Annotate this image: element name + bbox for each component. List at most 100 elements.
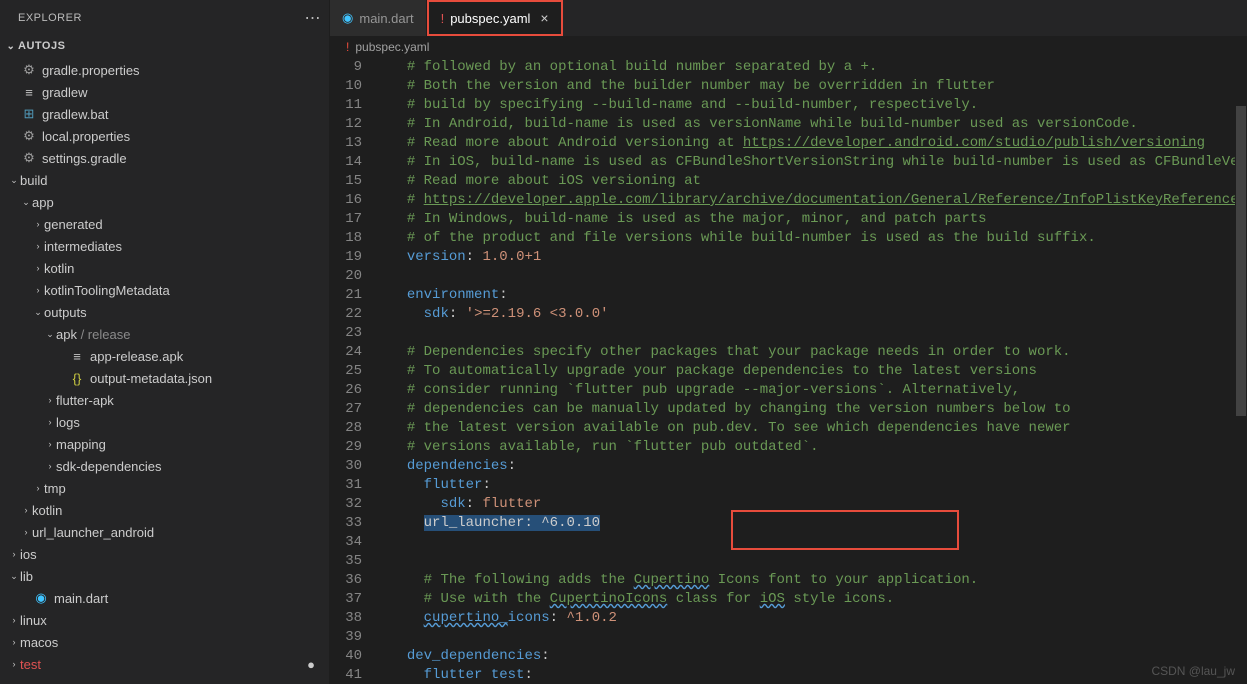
tree-item[interactable]: ›⊞gradlew.bat xyxy=(0,103,329,125)
chevron-icon: › xyxy=(32,241,44,251)
tree-item-label: lib xyxy=(20,569,329,584)
tree-item[interactable]: ⌄outputs xyxy=(0,301,329,323)
tree-item-label: app-release.apk xyxy=(90,349,329,364)
line-gutter: 9101112131415161718192021222324252627282… xyxy=(330,58,380,684)
code-content[interactable]: # followed by an optional build number s… xyxy=(380,58,1247,684)
project-name: AUTOJS xyxy=(18,40,65,52)
tab[interactable]: ◉ main.dart xyxy=(330,0,427,36)
tree-item-label: main.dart xyxy=(54,591,329,606)
tree-item-label: settings.gradle xyxy=(42,151,329,166)
tree-item-label: ios xyxy=(20,547,329,562)
file-icon: ⚙ xyxy=(20,62,38,78)
chevron-down-icon: ⌄ xyxy=(4,41,18,52)
scroll-thumb[interactable] xyxy=(1236,106,1246,416)
tree-item[interactable]: ›mapping xyxy=(0,433,329,455)
tree-item-label: intermediates xyxy=(44,239,329,254)
tree-item[interactable]: ›macos xyxy=(0,631,329,653)
modified-dot-icon: ● xyxy=(307,657,315,672)
tree-item-label: url_launcher_android xyxy=(32,525,329,540)
yaml-icon: ! xyxy=(346,40,349,54)
chevron-icon: › xyxy=(44,395,56,405)
tree-item-label: app xyxy=(32,195,329,210)
tree-item[interactable]: ›≡app-release.apk xyxy=(0,345,329,367)
file-icon: ≡ xyxy=(68,349,86,364)
watermark: CSDN @lau_jw xyxy=(1151,664,1235,678)
tree-item[interactable]: ›⚙gradle.properties xyxy=(0,59,329,81)
chevron-icon: › xyxy=(32,483,44,493)
tree-item-label: build xyxy=(20,173,329,188)
tree-item[interactable]: ›≡gradlew xyxy=(0,81,329,103)
tree-item-label: kotlin xyxy=(32,503,329,518)
chevron-icon: ⌄ xyxy=(44,329,56,340)
explorer-title: EXPLORER xyxy=(18,12,82,24)
tree-item-label: outputs xyxy=(44,305,329,320)
tree-item[interactable]: ⌄app xyxy=(0,191,329,213)
tree-item[interactable]: ›linux xyxy=(0,609,329,631)
tree-item-label: sdk-dependencies xyxy=(56,459,329,474)
tree-item[interactable]: ›kotlin xyxy=(0,257,329,279)
tree-item-label: output-metadata.json xyxy=(90,371,329,386)
code-editor[interactable]: 9101112131415161718192021222324252627282… xyxy=(330,58,1247,684)
tree-item-label: gradlew.bat xyxy=(42,107,329,122)
file-icon: ⚙ xyxy=(20,150,38,166)
tree-item[interactable]: ›test● xyxy=(0,653,329,675)
file-icon: ⚙ xyxy=(20,128,38,144)
vertical-scrollbar[interactable] xyxy=(1235,58,1247,684)
chevron-icon: › xyxy=(8,549,20,559)
tab-label: pubspec.yaml xyxy=(450,11,530,26)
file-icon: {} xyxy=(68,371,86,386)
chevron-icon: ⌄ xyxy=(32,307,44,318)
tree-item[interactable]: ›◉main.dart xyxy=(0,587,329,609)
tree-item[interactable]: ›⚙local.properties xyxy=(0,125,329,147)
tree-item-label: flutter-apk xyxy=(56,393,329,408)
tree-item-label: generated xyxy=(44,217,329,232)
tree-item-label: macos xyxy=(20,635,329,650)
tree-item[interactable]: ⌄build xyxy=(0,169,329,191)
tree-item[interactable]: ›flutter-apk xyxy=(0,389,329,411)
tree-item-label: gradlew xyxy=(42,85,329,100)
tree-item-label: mapping xyxy=(56,437,329,452)
chevron-icon: › xyxy=(44,439,56,449)
tree-item-label: linux xyxy=(20,613,329,628)
tab[interactable]: ! pubspec.yaml × xyxy=(427,0,563,36)
tab-bar: ◉ main.dart! pubspec.yaml × xyxy=(330,0,1247,36)
tree-item[interactable]: ›kotlin xyxy=(0,499,329,521)
tree-item[interactable]: ⌄lib xyxy=(0,565,329,587)
breadcrumb-file: pubspec.yaml xyxy=(355,40,429,54)
tab-file-icon: ◉ xyxy=(342,10,353,26)
editor-area: ◉ main.dart! pubspec.yaml × ! pubspec.yaml … xyxy=(330,0,1247,684)
tree-item[interactable]: ›logs xyxy=(0,411,329,433)
tree-item[interactable]: ›generated xyxy=(0,213,329,235)
chevron-icon: › xyxy=(8,637,20,647)
tab-file-icon: ! xyxy=(441,11,445,26)
file-icon: ◉ xyxy=(32,590,50,606)
tree-item[interactable]: ›tmp xyxy=(0,477,329,499)
tree-item[interactable]: ›url_launcher_android xyxy=(0,521,329,543)
chevron-icon: ⌄ xyxy=(20,197,32,208)
tab-label: main.dart xyxy=(359,11,413,26)
tree-item[interactable]: ›sdk-dependencies xyxy=(0,455,329,477)
close-icon[interactable]: × xyxy=(540,10,548,26)
chevron-icon: ⌄ xyxy=(8,571,20,582)
chevron-icon: › xyxy=(32,285,44,295)
chevron-icon: › xyxy=(8,615,20,625)
tree-item-label: tmp xyxy=(44,481,329,496)
explorer-header: EXPLORER ⋯ xyxy=(0,0,329,35)
tree-item-label: apk / release xyxy=(56,327,329,342)
tree-item[interactable]: ›kotlinToolingMetadata xyxy=(0,279,329,301)
file-icon: ⊞ xyxy=(20,106,38,122)
tree-item-label: logs xyxy=(56,415,329,430)
chevron-icon: › xyxy=(20,505,32,515)
tree-item[interactable]: ›intermediates xyxy=(0,235,329,257)
tree-item-label: kotlinToolingMetadata xyxy=(44,283,329,298)
tree-item[interactable]: ⌄apk / release xyxy=(0,323,329,345)
tree-item[interactable]: ›{}output-metadata.json xyxy=(0,367,329,389)
chevron-icon: ⌄ xyxy=(8,175,20,186)
breadcrumb[interactable]: ! pubspec.yaml xyxy=(330,36,1247,58)
explorer-more-icon[interactable]: ⋯ xyxy=(305,8,322,28)
project-header[interactable]: ⌄ AUTOJS xyxy=(0,35,329,57)
file-tree[interactable]: ›⚙gradle.properties›≡gradlew›⊞gradlew.ba… xyxy=(0,57,329,684)
tree-item[interactable]: ›⚙settings.gradle xyxy=(0,147,329,169)
chevron-icon: › xyxy=(44,461,56,471)
tree-item[interactable]: ›ios xyxy=(0,543,329,565)
